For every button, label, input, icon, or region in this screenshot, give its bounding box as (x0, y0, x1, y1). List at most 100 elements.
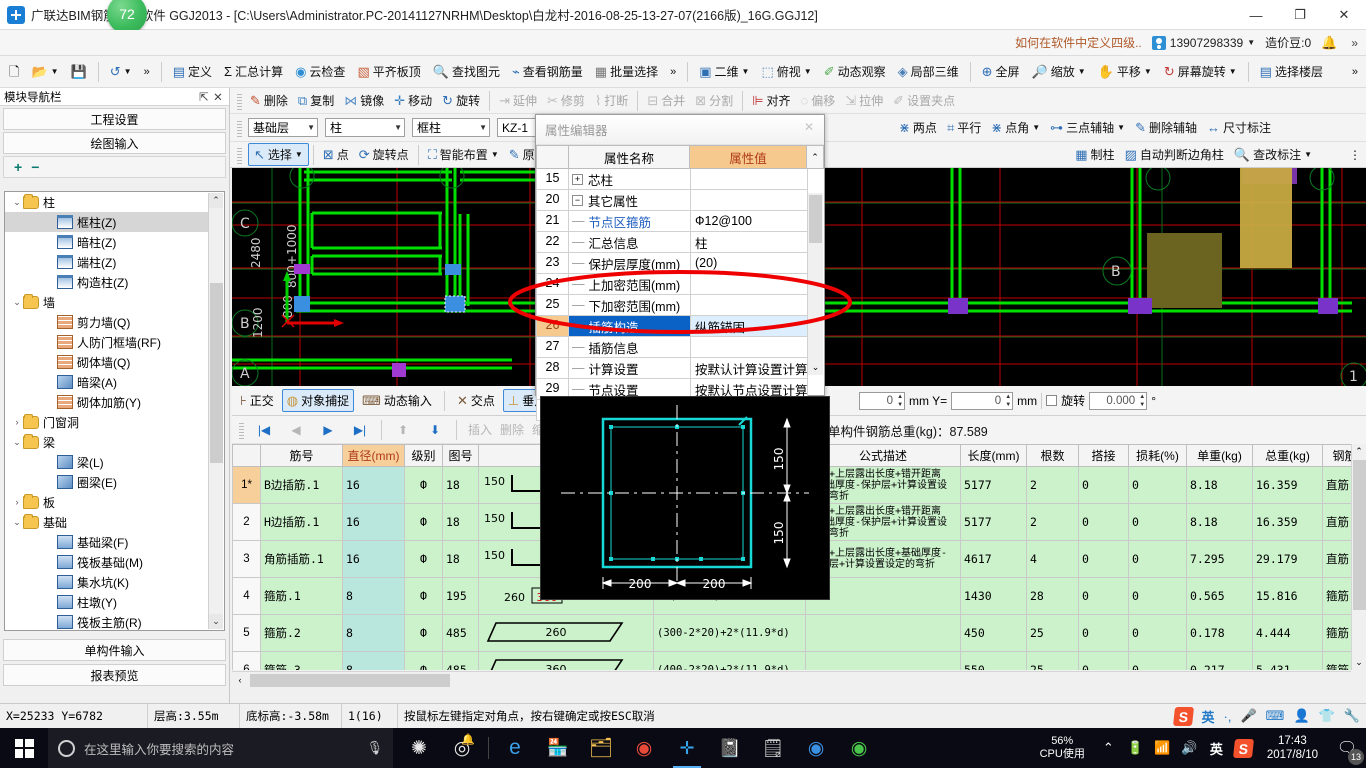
property-value[interactable] (691, 274, 808, 295)
bell-icon[interactable]: 🔔 (1321, 35, 1337, 51)
rotate-checkbox[interactable] (1046, 395, 1058, 406)
rebar-diameter[interactable]: 8 (342, 614, 405, 652)
rebar-shape-no[interactable]: 18 (442, 540, 479, 578)
property-value[interactable]: 纵筋锚固 (691, 316, 808, 337)
column-header[interactable]: 筋号 (260, 444, 343, 467)
tab-project-settings[interactable]: 工程设置 (3, 108, 226, 130)
intersection-toggle[interactable]: ✕ 交点 (453, 390, 499, 411)
sum-calc-button[interactable]: Σ 汇总计算 (219, 61, 288, 82)
sogou-tray-icon[interactable]: S (1230, 728, 1257, 768)
property-value[interactable] (691, 190, 808, 211)
tree-item[interactable]: › 门窗洞 (5, 412, 208, 432)
rotate-input[interactable]: 0.000 ▲ ▼ (1089, 391, 1148, 410)
property-row[interactable]: 25— 下加密范围(mm) (536, 295, 808, 316)
screen-rotate-button[interactable]: ↻ 屏幕旋转 ▼ (1159, 61, 1242, 82)
tree-item[interactable]: › 板 (5, 492, 208, 512)
object-snap-toggle[interactable]: ◍ 对象捕捉 (281, 389, 355, 412)
tree-item[interactable]: 构造柱(Z) (5, 272, 208, 292)
property-editor-close[interactable]: ✕ (798, 120, 820, 140)
chrome-app-icon[interactable]: ◉ (624, 728, 664, 768)
notification-badge[interactable]: 72 (107, 0, 147, 34)
column-header[interactable]: 总重(kg) (1252, 444, 1323, 467)
taskbar-clock[interactable]: 17:43 2017/8/10 (1257, 734, 1328, 762)
property-value[interactable] (691, 337, 808, 358)
tree-item[interactable]: 框柱(Z) (5, 212, 208, 232)
file-explorer-icon[interactable]: 🗂 (581, 728, 621, 768)
rebar-name[interactable]: 箍筋.3 (260, 651, 343, 670)
local-3d-button[interactable]: ◈ 局部三维 (893, 61, 964, 82)
tree-expander[interactable]: ⌄ (11, 297, 23, 308)
app2-icon[interactable]: 🗒 (753, 728, 793, 768)
rebar-formula[interactable]: (300-2*20)+2*(11.9*d) (653, 614, 806, 652)
save-button[interactable]: 💾 (66, 63, 92, 80)
property-value[interactable]: 按默认计算设置计算 (691, 358, 808, 379)
tree-expander[interactable]: ⌄ (11, 517, 23, 528)
toolbar-grip[interactable] (237, 145, 242, 164)
three-point-axis-button[interactable]: ⊶ 三点辅轴 ▼ (1045, 117, 1130, 138)
tree-item[interactable]: 柱墩(Y) (5, 592, 208, 612)
property-row[interactable]: 23— 保护层厚度(mm) (20) (536, 253, 808, 274)
minimize-button[interactable]: — (1234, 0, 1278, 30)
grid-v-thumb[interactable] (1353, 460, 1366, 610)
table-row[interactable]: 6 箍筋.3 8 Ф 485 360 (400-2*20)+2*(11.9*d) 550 25 0… (232, 651, 1366, 670)
property-row[interactable]: 22— 汇总信息 柱 (536, 232, 808, 253)
close-panel-icon[interactable]: ✕ (211, 90, 225, 104)
rebar-grade[interactable]: Ф (404, 614, 443, 652)
property-scroll-down-icon[interactable]: ⌄ (808, 360, 823, 375)
dimension-button[interactable]: ↔ 尺寸标注 (1202, 117, 1276, 138)
移动-button[interactable]: ✛ 移动 (389, 90, 437, 111)
sogou-icon[interactable]: S (1172, 706, 1194, 726)
tab-report-preview[interactable]: 报表预览 (3, 664, 226, 686)
column-header[interactable]: 长度(mm) (960, 444, 1027, 467)
component-tree[interactable]: ⌄ 柱框柱(Z) 暗柱(Z) 端柱(Z) 构造柱(Z) ⌄ 墙剪力墙(Q) 人防门框墙(RF)… (4, 191, 225, 631)
zoom-button[interactable]: 🔎 缩放 ▼ (1027, 61, 1091, 82)
open-file-button[interactable]: 📂 ▼ (26, 63, 63, 80)
floor-combo[interactable]: 基础层 ▼ (248, 118, 318, 137)
check-annotation-button[interactable]: 🔍 查改标注 ▼ (1229, 144, 1317, 165)
property-row[interactable]: 24— 上加密范围(mm) (536, 274, 808, 295)
last-record-button[interactable]: ▶| (345, 421, 375, 439)
column-header[interactable]: 直径(mm) (342, 444, 405, 467)
scroll-down-icon[interactable]: ⌄ (209, 614, 223, 629)
toolbar-grip[interactable] (237, 91, 242, 110)
define-button[interactable]: ▤ 定义 (168, 61, 217, 82)
first-record-button[interactable]: |◀ (249, 421, 279, 439)
property-value[interactable] (691, 169, 808, 190)
column-header[interactable]: 根数 (1026, 444, 1079, 467)
wifi-icon[interactable]: 📶 (1149, 728, 1176, 768)
chevron-up-icon[interactable]: ⌃ (1095, 728, 1122, 768)
property-row[interactable]: 15 + 芯柱 (536, 169, 808, 190)
delete-axis-button[interactable]: ✎ 删除辅轴 (1130, 117, 1202, 138)
tree-item[interactable]: 暗梁(A) (5, 372, 208, 392)
property-row[interactable]: 27— 插筋信息 (536, 337, 808, 358)
column-header[interactable]: 损耗(%) (1128, 444, 1187, 467)
property-row[interactable]: 20− 其它属性 (536, 190, 808, 211)
grid-h-thumb[interactable] (250, 674, 450, 687)
offset-x-input[interactable]: 0 ▲ ▼ (859, 391, 906, 410)
table-row[interactable]: 5 箍筋.2 8 Ф 485 260 (300-2*20)+2*(11.9*d) 450 25 0… (232, 614, 1366, 652)
column-header[interactable]: 搭接 (1078, 444, 1129, 467)
grid-scroll-left-icon[interactable]: ‹ (232, 672, 248, 689)
column-header[interactable]: 级别 (404, 444, 443, 467)
property-expander[interactable]: − (572, 194, 583, 206)
mic-icon[interactable]: 🎤 (1240, 708, 1256, 724)
mic-icon[interactable]: 🎙 (366, 740, 383, 756)
toolbar-overflow-1[interactable]: » (139, 64, 155, 80)
tree-item[interactable]: 端柱(Z) (5, 252, 208, 272)
rebar-name[interactable]: 箍筋.1 (260, 577, 343, 615)
tree-item[interactable]: ⌄ 墙 (5, 292, 208, 312)
overflow-icon[interactable]: » (1347, 36, 1362, 50)
rebar-formula[interactable]: (400-2*20)+2*(11.9*d) (653, 651, 806, 670)
property-row[interactable]: 28— 计算设置 按默认计算设置计算 (536, 358, 808, 379)
parallel-axis-button[interactable]: ⌗ 平行 (942, 117, 986, 138)
tree-item[interactable]: 砌体加筋(Y) (5, 392, 208, 412)
tree-item[interactable]: 集水坑(K) (5, 572, 208, 592)
section-preview-window[interactable]: 150 150 200 200 (540, 396, 830, 600)
rebar-name[interactable]: 角筋插筋.1 (260, 540, 343, 578)
draw-toolbar-overflow[interactable]: ⋮ (1344, 146, 1366, 164)
rebar-shape-no[interactable]: 485 (442, 614, 479, 652)
tree-item[interactable]: 筏板主筋(R) (5, 612, 208, 630)
rebar-grade[interactable]: Ф (404, 540, 443, 578)
grid-vertical-scrollbar[interactable]: ⌃ ⌄ (1351, 444, 1366, 670)
cloud-check-button[interactable]: ◉ 云检查 (290, 61, 350, 82)
